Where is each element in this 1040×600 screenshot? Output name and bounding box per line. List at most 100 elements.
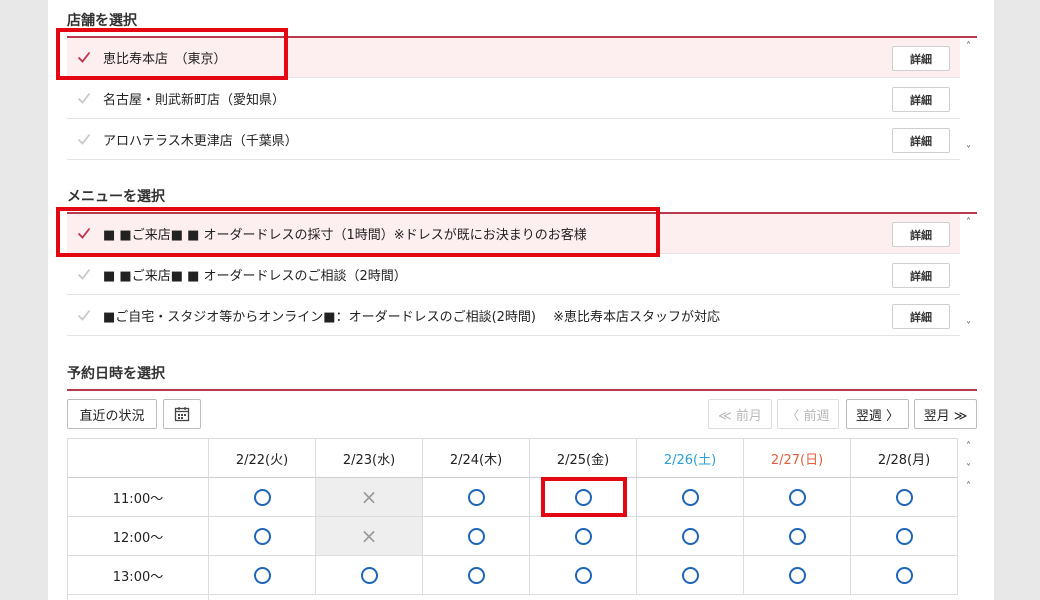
- available-circle-icon[interactable]: [253, 566, 271, 584]
- prev-week-button[interactable]: 〈 前週: [777, 399, 839, 429]
- datetime-section-rule: [67, 389, 977, 391]
- menu-list-scrollbar[interactable]: ˄ ˅: [960, 214, 977, 336]
- store-section-title: 店舗を選択: [67, 13, 137, 29]
- time-slot-cell[interactable]: [744, 556, 851, 595]
- time-slot-cell[interactable]: [423, 478, 530, 517]
- grid-body-scrollbar[interactable]: ˄: [960, 478, 977, 600]
- store-list: 恵比寿本店 （東京） 詳細 名古屋・則武新町店（愛知県） 詳細 アロハテラス木更津店（千…: [67, 38, 977, 160]
- menu-option-row[interactable]: ■ ■ご来店■ ■ オーダードレスの採寸（1時間）※ドレスが既にお決まりのお客様…: [67, 214, 960, 254]
- store-option-row[interactable]: 恵比寿本店 （東京） 詳細: [67, 38, 960, 78]
- time-slot-cell[interactable]: [530, 517, 637, 556]
- check-icon: [77, 227, 91, 239]
- time-label: 11:00〜: [67, 478, 209, 517]
- date-header: 2/25(金): [530, 438, 637, 478]
- time-slot-cell[interactable]: [209, 517, 316, 556]
- grid-header-scrollbar[interactable]: ˄ ˅: [960, 438, 977, 478]
- chevron-up-icon[interactable]: ˄: [960, 440, 977, 454]
- time-slot-cell[interactable]: [637, 517, 744, 556]
- menu-option-row[interactable]: ■ ■ご来店■ ■ オーダードレスのご相談（2時間） 詳細: [67, 255, 960, 295]
- chevron-up-icon[interactable]: ˄: [960, 216, 977, 230]
- time-slot-cell: ×: [316, 517, 423, 556]
- time-slot-cell: ×: [316, 478, 423, 517]
- time-label: 12:00〜: [67, 517, 209, 556]
- store-option-row[interactable]: 名古屋・則武新町店（愛知県） 詳細: [67, 79, 960, 119]
- available-circle-icon[interactable]: [788, 488, 806, 506]
- available-circle-icon[interactable]: [574, 527, 592, 545]
- time-slot-cell[interactable]: [423, 556, 530, 595]
- chevron-down-icon[interactable]: ˅: [960, 320, 977, 334]
- prev-month-button[interactable]: ≪ 前月: [708, 399, 772, 429]
- check-icon: [77, 268, 91, 280]
- detail-button[interactable]: 詳細: [892, 46, 950, 71]
- detail-button[interactable]: 詳細: [892, 304, 950, 329]
- store-option-label: 名古屋・則武新町店（愛知県）: [103, 93, 286, 108]
- time-slot-cell[interactable]: [637, 556, 744, 595]
- time-slot-cell[interactable]: [637, 478, 744, 517]
- unavailable-cross-icon: ×: [360, 485, 378, 509]
- chevron-up-icon[interactable]: ˄: [960, 40, 977, 54]
- detail-button[interactable]: 詳細: [892, 87, 950, 112]
- date-header: 2/22(火): [209, 438, 316, 478]
- store-option-label: アロハテラス木更津店（千葉県）: [103, 134, 298, 149]
- detail-button[interactable]: 詳細: [892, 222, 950, 247]
- available-circle-icon[interactable]: [788, 527, 806, 545]
- time-slot-cell[interactable]: [209, 556, 316, 595]
- available-circle-icon[interactable]: [253, 527, 271, 545]
- time-label: [67, 595, 209, 600]
- date-header: 2/27(日): [744, 438, 851, 478]
- menu-option-label: ■ ■ご来店■ ■ オーダードレスの採寸（1時間）※ドレスが既にお決まりのお客様: [103, 228, 587, 243]
- datetime-section-title: 予約日時を選択: [67, 366, 165, 382]
- time-slot-cell[interactable]: [851, 517, 958, 556]
- date-header: 2/24(木): [423, 438, 530, 478]
- check-icon: [77, 92, 91, 104]
- menu-list: ■ ■ご来店■ ■ オーダードレスの採寸（1時間）※ドレスが既にお決まりのお客様…: [67, 214, 977, 336]
- calendar-button[interactable]: [163, 399, 201, 429]
- recent-status-button[interactable]: 直近の状況: [67, 399, 157, 429]
- store-list-scrollbar[interactable]: ˄ ˅: [960, 38, 977, 160]
- time-slot-cell[interactable]: [316, 556, 423, 595]
- available-circle-icon[interactable]: [467, 527, 485, 545]
- detail-button[interactable]: 詳細: [892, 128, 950, 153]
- menu-section-title: メニューを選択: [67, 189, 165, 205]
- next-week-button[interactable]: 翌週 〉: [846, 399, 909, 429]
- available-circle-icon[interactable]: [467, 566, 485, 584]
- time-slot-cell[interactable]: [423, 517, 530, 556]
- check-icon: [77, 133, 91, 145]
- detail-button[interactable]: 詳細: [892, 263, 950, 288]
- chevron-up-icon[interactable]: ˄: [960, 480, 977, 494]
- availability-grid: 2/22(火) 2/23(水) 2/24(木) 2/25(金) 2/26(土) 2/27(…: [67, 438, 960, 600]
- check-icon: [77, 309, 91, 321]
- time-slot-cell[interactable]: [744, 517, 851, 556]
- chevron-down-icon[interactable]: ˅: [960, 144, 977, 158]
- menu-option-label: ■ ■ご来店■ ■ オーダードレスのご相談（2時間）: [103, 269, 407, 284]
- store-option-row[interactable]: アロハテラス木更津店（千葉県） 詳細: [67, 120, 960, 160]
- store-option-label: 恵比寿本店 （東京）: [103, 52, 227, 67]
- menu-option-row[interactable]: ■ご自宅・スタジオ等からオンライン■：オーダードレスのご相談(2時間) ※恵比寿…: [67, 296, 960, 336]
- time-slot-cell[interactable]: [530, 478, 637, 517]
- available-circle-icon[interactable]: [681, 566, 699, 584]
- available-circle-icon[interactable]: [467, 488, 485, 506]
- date-header: 2/23(水): [316, 438, 423, 478]
- available-circle-icon[interactable]: [574, 566, 592, 584]
- time-slot-cell[interactable]: [744, 478, 851, 517]
- available-circle-icon[interactable]: [895, 527, 913, 545]
- available-circle-icon[interactable]: [681, 488, 699, 506]
- time-slot-cell[interactable]: [209, 478, 316, 517]
- available-circle-icon[interactable]: [895, 566, 913, 584]
- available-circle-icon[interactable]: [574, 488, 592, 506]
- calendar-icon: [174, 407, 190, 422]
- menu-option-label: ■ご自宅・スタジオ等からオンライン■：オーダードレスのご相談(2時間) ※恵比寿…: [103, 310, 721, 325]
- chevron-down-icon[interactable]: ˅: [960, 462, 977, 476]
- available-circle-icon[interactable]: [681, 527, 699, 545]
- time-slot-cell[interactable]: [530, 556, 637, 595]
- available-circle-icon[interactable]: [253, 488, 271, 506]
- time-slot-cell[interactable]: [851, 556, 958, 595]
- available-circle-icon[interactable]: [788, 566, 806, 584]
- time-label: 13:00〜: [67, 556, 209, 595]
- next-month-button[interactable]: 翌月 ≫: [914, 399, 977, 429]
- time-slot-cell[interactable]: [851, 478, 958, 517]
- available-circle-icon[interactable]: [360, 566, 378, 584]
- date-header: 2/26(土): [637, 438, 744, 478]
- check-icon: [77, 51, 91, 63]
- available-circle-icon[interactable]: [895, 488, 913, 506]
